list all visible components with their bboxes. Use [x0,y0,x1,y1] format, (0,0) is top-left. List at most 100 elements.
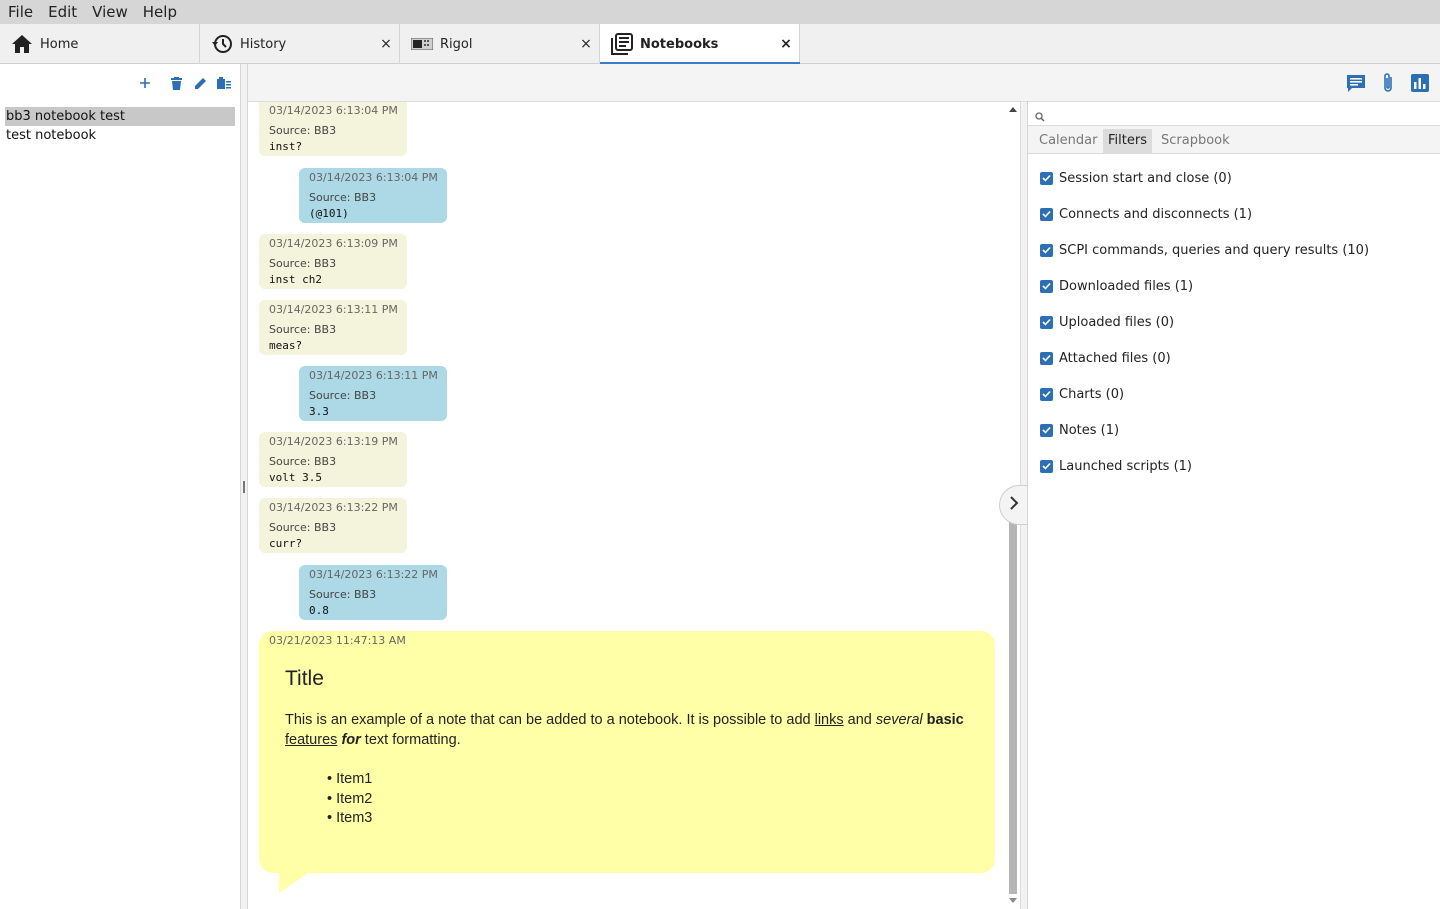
menu-bar: File Edit View Help [0,0,1440,24]
add-note-icon[interactable] [1345,72,1367,94]
tab-bar: Home History × Rigol × Notebooks × [0,24,1440,65]
subtab-filters[interactable]: Filters [1103,129,1152,153]
entry-value: 0.8 [309,604,329,617]
delete-notebook-button[interactable] [168,75,184,91]
tab-notebooks-close-icon[interactable]: × [779,36,793,52]
entry-source: Source: BB3 [309,588,377,601]
filter-label: Session start and close (0) [1059,170,1232,186]
add-notebook-button[interactable] [137,75,153,91]
note-tail [279,871,311,893]
note-entry[interactable]: 03/21/2023 11:47:13 AM Title This is an … [259,631,995,873]
checkbox-checked-icon[interactable] [1040,387,1053,401]
tab-history[interactable]: History × [200,24,400,64]
entry-timestamp: 03/14/2023 6:13:09 PM [269,237,398,250]
search-icon [1035,107,1045,126]
entry-value: 3.3 [309,405,329,418]
filter-label: Downloaded files (1) [1059,278,1194,294]
subtab-scrapbook[interactable]: Scrapbook [1156,129,1235,153]
note-list-item: Item3 [327,809,372,829]
subtab-calendar[interactable]: Calendar [1034,129,1102,153]
note-bold-italic-text: for [341,732,361,748]
filter-label: SCPI commands, queries and query results… [1059,242,1370,258]
checkbox-checked-icon[interactable] [1040,423,1053,437]
tab-history-label: History [240,36,287,52]
history-entry-request[interactable]: 03/14/2023 6:13:22 PM Source: BB3 curr? [259,498,407,553]
checkbox-checked-icon[interactable] [1040,243,1053,257]
note-link[interactable]: features [285,732,337,748]
checkbox-checked-icon[interactable] [1040,279,1053,293]
notebook-list-toolbar [0,64,240,102]
entry-value: inst? [269,140,303,153]
history-entry-request[interactable]: 03/14/2023 6:13:11 PM Source: BB3 meas? [259,300,407,355]
checkbox-checked-icon[interactable] [1040,171,1053,185]
history-entry-request[interactable]: 03/14/2023 6:13:09 PM Source: BB3 inst c… [259,234,407,289]
history-entry-response[interactable]: 03/14/2023 6:13:22 PM Source: BB3 0.8 [299,565,447,620]
tab-notebooks-label: Notebooks [640,36,719,52]
checkbox-checked-icon[interactable] [1040,315,1053,329]
filter-charts[interactable]: Charts (0) [1040,385,1124,403]
entry-source: Source: BB3 [269,521,337,534]
tab-notebooks[interactable]: Notebooks × [600,24,800,65]
note-bold-text: basic [926,712,964,728]
entry-timestamp: 03/14/2023 6:13:11 PM [269,303,398,316]
checkbox-checked-icon[interactable] [1040,207,1053,221]
history-entry-response[interactable]: 03/14/2023 6:13:04 PM Source: BB3 (@101) [299,168,447,223]
filter-label: Launched scripts (1) [1059,458,1193,474]
notebook-item[interactable]: bb3 notebook test [5,107,235,126]
tab-home[interactable]: Home [0,24,200,64]
filter-uploaded[interactable]: Uploaded files (0) [1040,313,1174,331]
history-view: 03/14/2023 6:13:04 PM Source: BB3 inst? … [248,102,1006,909]
tab-rigol-close-icon[interactable]: × [579,36,593,52]
filter-session[interactable]: Session start and close (0) [1040,169,1232,187]
note-link[interactable]: links [815,712,844,728]
checkbox-checked-icon[interactable] [1040,459,1053,473]
scrollbar-thumb[interactable] [1009,522,1017,894]
entry-timestamp: 03/14/2023 6:13:22 PM [309,568,438,581]
search-input[interactable] [1028,102,1440,126]
history-entry-response[interactable]: 03/14/2023 6:13:11 PM Source: BB3 3.3 [299,366,447,421]
entry-timestamp: 03/14/2023 6:13:04 PM [309,171,438,184]
history-entry-request[interactable]: 03/14/2023 6:13:19 PM Source: BB3 volt 3… [259,432,407,487]
filter-label: Uploaded files (0) [1059,314,1175,330]
entry-timestamp: 03/14/2023 6:13:22 PM [269,501,398,514]
entry-timestamp: 03/14/2023 6:13:04 PM [269,104,398,117]
note-timestamp: 03/21/2023 11:47:13 AM [269,634,406,647]
filter-connects[interactable]: Connects and disconnects (1) [1040,205,1252,223]
notebook-options-button[interactable] [216,75,232,91]
filter-notes[interactable]: Notes (1) [1040,421,1119,439]
filter-scripts[interactable]: Launched scripts (1) [1040,457,1192,475]
tab-home-label: Home [40,36,79,52]
note-title: Title [285,667,324,690]
scroll-down-icon[interactable] [1009,898,1017,903]
chevron-right-icon [1009,495,1019,515]
filter-attached[interactable]: Attached files (0) [1040,349,1171,367]
menu-file[interactable]: File [6,3,35,21]
menu-help[interactable]: Help [141,3,179,21]
menu-edit[interactable]: Edit [46,3,79,21]
history-entry-request[interactable]: 03/14/2023 6:13:04 PM Source: BB3 inst? [259,102,407,156]
notebook-item[interactable]: test notebook [5,126,235,145]
checkbox-checked-icon[interactable] [1040,351,1053,365]
entry-value: (@101) [309,207,349,220]
note-list-item: Item1 [327,770,372,790]
entry-timestamp: 03/14/2023 6:13:11 PM [309,369,438,382]
entry-source: Source: BB3 [269,455,337,468]
entry-value: meas? [269,339,303,352]
edit-notebook-button[interactable] [192,75,208,91]
instrument-icon [411,33,433,55]
filter-scpi[interactable]: SCPI commands, queries and query results… [1040,241,1369,259]
tab-history-close-icon[interactable]: × [379,36,393,52]
filter-downloaded[interactable]: Downloaded files (1) [1040,277,1193,295]
note-text: and [843,712,876,728]
attach-file-icon[interactable] [1377,72,1399,94]
add-chart-icon[interactable] [1409,72,1431,94]
filter-label: Connects and disconnects (1) [1059,206,1253,222]
panel-subtabs: Calendar Filters Scrapbook [1028,126,1440,154]
note-list-item: Item2 [327,790,372,810]
entry-source: Source: BB3 [309,389,377,402]
tab-rigol[interactable]: Rigol × [400,24,600,64]
note-italic-text: several [875,712,923,728]
scroll-up-icon[interactable] [1009,107,1017,112]
menu-view[interactable]: View [90,3,130,21]
notebook-list-panel: bb3 notebook test test notebook [0,64,241,909]
